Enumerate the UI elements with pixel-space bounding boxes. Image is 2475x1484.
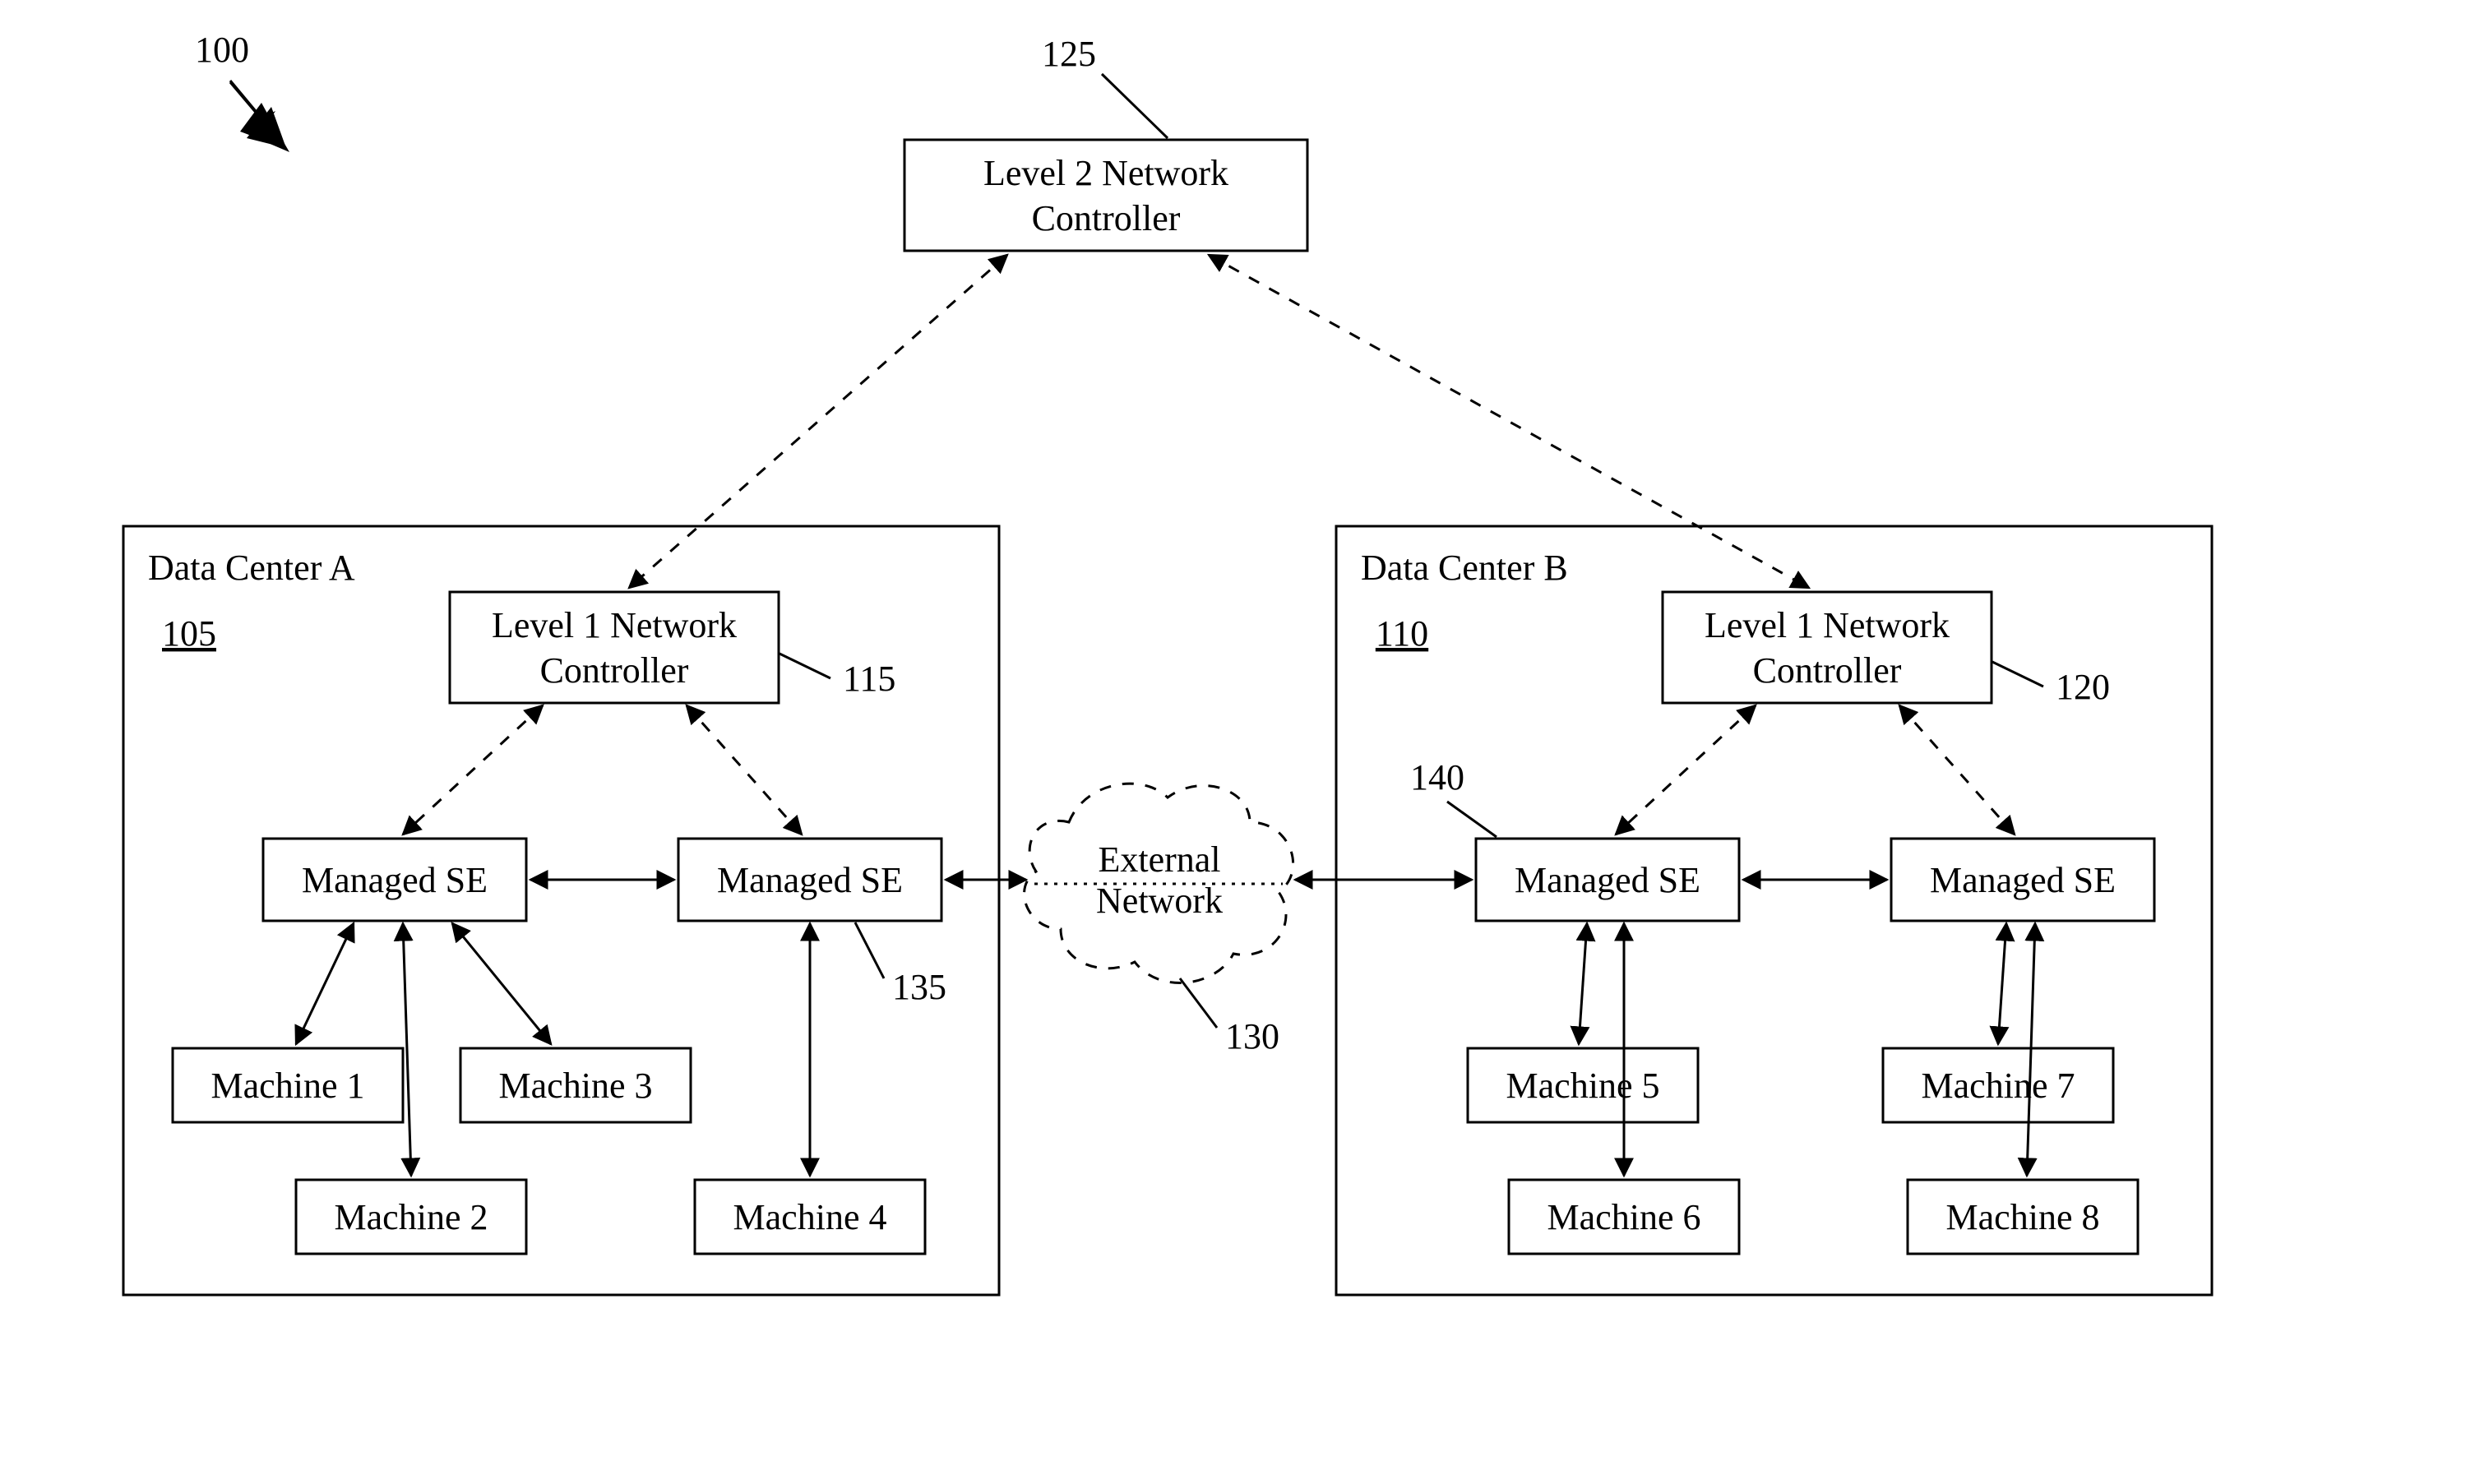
ref-130-label: 130 [1225,1016,1279,1056]
ref-120-label: 120 [2056,667,2110,707]
level2-controller: Level 2 Network Controller [904,140,1307,251]
m2-label: Machine 2 [335,1197,488,1237]
link-l1b-seb2 [1899,705,2015,834]
se-a1-label: Managed SE [302,860,488,900]
link-l1a-sea1 [403,705,543,834]
ref-135-leader [855,922,884,978]
ref-125: 125 [1042,34,1168,138]
l1b-line1: Level 1 Network [1705,605,1950,645]
m5-label: Machine 5 [1506,1066,1660,1106]
ref-110-label: 110 [1376,613,1428,654]
l1a-line2: Controller [540,650,689,691]
se-b2-label: Managed SE [1930,860,2116,900]
network-diagram: 100 Level 2 Network Controller 125 Data … [0,0,2475,1484]
ref-130-leader [1180,978,1217,1028]
l2-line1: Level 2 Network [983,153,1228,193]
se-a2-label: Managed SE [717,860,903,900]
link-seb1-m5 [1579,923,1587,1044]
ref-115-leader [780,654,830,678]
link-l2-l1b [1209,255,1809,588]
ref-100-label: 100 [195,30,249,70]
ext-l1: External [1098,839,1220,880]
se-b1-label: Managed SE [1515,860,1700,900]
ref-115-label: 115 [843,659,895,699]
link-l2-l1a [629,255,1007,588]
l1b-line2: Controller [1753,650,1902,691]
m8-label: Machine 8 [1946,1197,2100,1237]
link-sea1-m1 [296,923,354,1044]
ref-140-leader [1447,802,1497,837]
ref-125-label: 125 [1042,34,1096,74]
level1-controller-a: Level 1 Network Controller [450,592,779,703]
m4-label: Machine 4 [733,1197,887,1237]
external-network-cloud: External Network [1025,784,1293,982]
m1-label: Machine 1 [211,1066,365,1106]
l1a-line1: Level 1 Network [492,605,737,645]
m7-label: Machine 7 [1922,1066,2075,1106]
ref-135-label: 135 [892,967,946,1007]
dc-a-title: Data Center A [148,548,355,588]
m3-label: Machine 3 [499,1066,653,1106]
ref-140-label: 140 [1410,757,1464,797]
dc-b-title: Data Center B [1361,548,1568,588]
ext-l2: Network [1096,881,1223,921]
m6-label: Machine 6 [1547,1197,1701,1237]
level1-controller-b: Level 1 Network Controller [1663,592,1992,703]
link-sea1-m3 [452,923,551,1044]
ref-120-leader [1992,662,2043,687]
link-seb2-m7 [1998,923,2006,1044]
l2-line2: Controller [1032,198,1181,238]
ref-105-label: 105 [162,613,216,654]
link-l1b-seb1 [1616,705,1756,834]
link-l1a-sea2 [687,705,802,834]
